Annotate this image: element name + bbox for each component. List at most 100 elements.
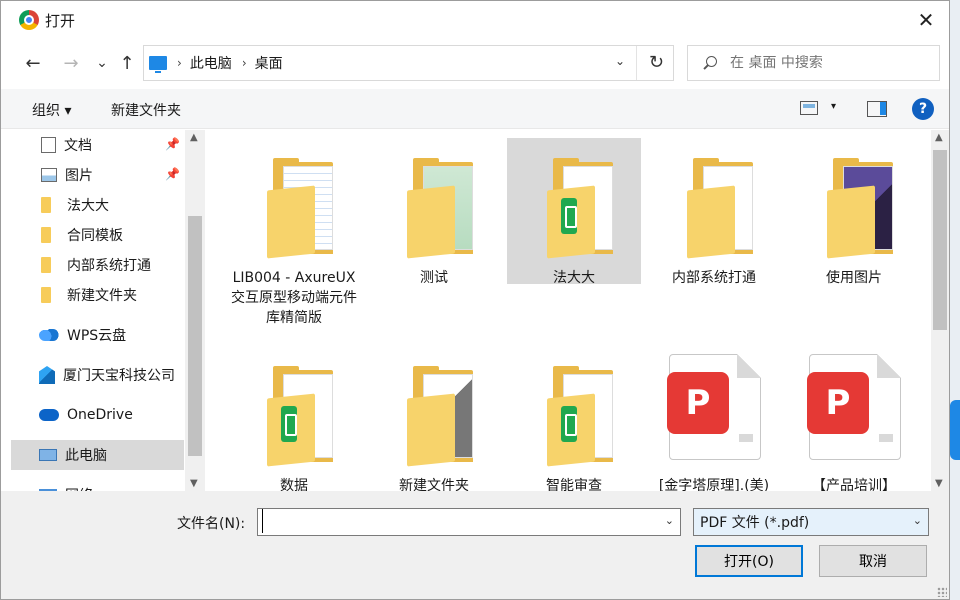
file-item-data[interactable]: 数据: [227, 346, 361, 491]
sidebar-item-documents[interactable]: 文档 📌: [11, 130, 184, 160]
file-item-images[interactable]: 使用图片: [787, 138, 921, 298]
sidebar-item-internal-systems[interactable]: 内部系统打通: [11, 250, 184, 280]
file-list: LIB004 - AxureUX交互原型移动端元件库精简版 测试 法大大 内部系…: [205, 130, 931, 491]
folder-icon-wrap: [41, 227, 59, 243]
background-window-edge: [950, 0, 960, 600]
file-item-pyramid-principle-pdf[interactable]: P [金字塔原理].(美): [647, 346, 781, 491]
search-input[interactable]: [730, 55, 930, 71]
organize-menu[interactable]: 组织 ▾: [32, 100, 71, 120]
scroll-down-button[interactable]: ▼: [935, 478, 943, 489]
search-icon: [702, 56, 717, 70]
open-button[interactable]: 打开(O): [695, 545, 803, 577]
sidebar-item-wps-cloud[interactable]: WPS云盘: [11, 320, 184, 350]
file-name: 【产品培训】: [812, 478, 896, 491]
address-divider: [636, 46, 637, 80]
folder-front: [687, 185, 735, 259]
resize-grip[interactable]: [937, 587, 947, 597]
file-item-new-folder[interactable]: 新建文件夹: [367, 346, 501, 491]
pdf-badge-icon: P: [807, 372, 869, 434]
sidebar-item-fadada[interactable]: 法大大: [11, 190, 184, 220]
folder-icon: [407, 366, 483, 467]
open-file-dialog: 打开 ✕ ← → ⌄ ↑ › 此电脑 › 桌面 ⌄ ↻ 组织 ▾ 新建文件夹 ▾…: [0, 0, 950, 600]
file-name: 法大大: [553, 270, 595, 286]
sidebar-item-onedrive[interactable]: OneDrive: [11, 400, 184, 430]
sidebar-item-pictures[interactable]: 图片 📌: [11, 160, 184, 190]
file-item-product-training-pdf[interactable]: P 【产品培训】: [787, 346, 921, 491]
address-dropdown-button[interactable]: ⌄: [615, 54, 625, 68]
folder-icon: [41, 227, 51, 243]
view-dropdown-button[interactable]: ▾: [831, 101, 836, 112]
sidebar-item-new-folder[interactable]: 新建文件夹: [11, 280, 184, 310]
scroll-up-button[interactable]: ▲: [190, 132, 198, 143]
file-type-value: PDF 文件 (*.pdf): [700, 515, 810, 531]
cancel-button[interactable]: 取消: [819, 545, 927, 577]
sidebar-item-label: 图片: [65, 168, 93, 184]
pin-icon: 📌: [165, 137, 180, 151]
forward-button[interactable]: →: [59, 51, 83, 75]
breadcrumb-desktop[interactable]: 桌面: [255, 53, 283, 73]
scroll-thumb[interactable]: [188, 216, 202, 456]
dialog-footer: 文件名(N): ⌄ PDF 文件 (*.pdf) ⌄ 打开(O) 取消: [1, 491, 949, 599]
filename-combobox[interactable]: ⌄: [257, 508, 681, 536]
folder-icon: [407, 158, 483, 259]
sidebar-item-contract-templates[interactable]: 合同模板: [11, 220, 184, 250]
scroll-thumb[interactable]: [933, 150, 947, 330]
scroll-up-button[interactable]: ▲: [935, 132, 943, 143]
sidebar-item-label: 文档: [64, 138, 92, 154]
dialog-title: 打开: [45, 12, 76, 30]
chrome-icon: [19, 10, 39, 30]
sidebar-item-company[interactable]: 厦门天宝科技公司: [11, 360, 184, 390]
folder-front: [267, 185, 315, 259]
folder-icon: [41, 287, 51, 303]
folder-icon: [827, 158, 903, 259]
file-item-fadada[interactable]: 法大大: [507, 138, 641, 286]
folder-icon: [41, 257, 51, 273]
new-folder-button[interactable]: 新建文件夹: [111, 100, 181, 120]
close-button[interactable]: ✕: [903, 1, 949, 39]
breadcrumb-separator: ›: [241, 56, 247, 70]
back-button[interactable]: ←: [21, 51, 45, 75]
up-button[interactable]: ↑: [115, 51, 139, 75]
breadcrumb-this-pc[interactable]: 此电脑: [190, 53, 232, 73]
sidebar-item-label: WPS云盘: [67, 328, 127, 344]
file-item-smart-review[interactable]: 智能审查: [507, 346, 641, 491]
sidebar-item-network[interactable]: 网络: [11, 480, 184, 491]
filename-input[interactable]: [262, 509, 652, 533]
pdf-file-icon: P: [667, 354, 761, 462]
file-item-test[interactable]: 测试: [367, 138, 501, 298]
folder-icon-wrap: [41, 197, 59, 213]
file-item-lib004[interactable]: LIB004 - AxureUX交互原型移动端元件库精简版: [227, 138, 361, 326]
recent-locations-button[interactable]: ⌄: [90, 51, 114, 75]
folder-icon: [267, 366, 343, 467]
sidebar-item-label: 内部系统打通: [67, 258, 151, 274]
computer-icon: [39, 449, 57, 461]
folder-front: [827, 185, 875, 259]
refresh-button[interactable]: ↻: [649, 52, 664, 73]
file-type-select[interactable]: PDF 文件 (*.pdf) ⌄: [693, 508, 929, 536]
pdf-line: [739, 434, 753, 442]
file-name: LIB004 - AxureUX交互原型移动端元件库精简版: [231, 270, 357, 326]
wps-doc-icon: [561, 406, 577, 442]
address-bar[interactable]: › 此电脑 › 桌面 ⌄ ↻: [143, 45, 674, 81]
folder-icon: [687, 158, 763, 259]
pdf-badge-icon: P: [667, 372, 729, 434]
file-name: 智能审查: [546, 478, 602, 491]
navigation-scrollbar[interactable]: ▲ ▼: [185, 130, 205, 491]
filename-dropdown-button[interactable]: ⌄: [665, 514, 674, 527]
file-list-scrollbar[interactable]: ▲ ▼: [931, 130, 949, 491]
sidebar-item-this-pc[interactable]: 此电脑: [11, 440, 184, 470]
computer-icon: [149, 56, 167, 73]
change-view-icon[interactable]: [800, 101, 818, 115]
folder-icon-wrap: [41, 257, 59, 273]
help-icon[interactable]: ?: [912, 98, 934, 120]
picture-icon: [41, 168, 57, 182]
file-item-internal-systems[interactable]: 内部系统打通: [647, 138, 781, 298]
preview-pane-icon[interactable]: [867, 101, 887, 117]
navigation-pane: 文档 📌 图片 📌 法大大 合同模板 内部系统打通 新建文件夹 WPS云盘 厦门…: [1, 130, 205, 491]
scroll-down-button[interactable]: ▼: [190, 478, 198, 489]
navigation-bar: ← → ⌄ ↑ › 此电脑 › 桌面 ⌄ ↻: [1, 39, 949, 87]
file-type-dropdown-button[interactable]: ⌄: [913, 514, 922, 527]
search-box[interactable]: [687, 45, 940, 81]
pdf-file-icon: P: [807, 354, 901, 462]
folder-front: [407, 393, 455, 467]
